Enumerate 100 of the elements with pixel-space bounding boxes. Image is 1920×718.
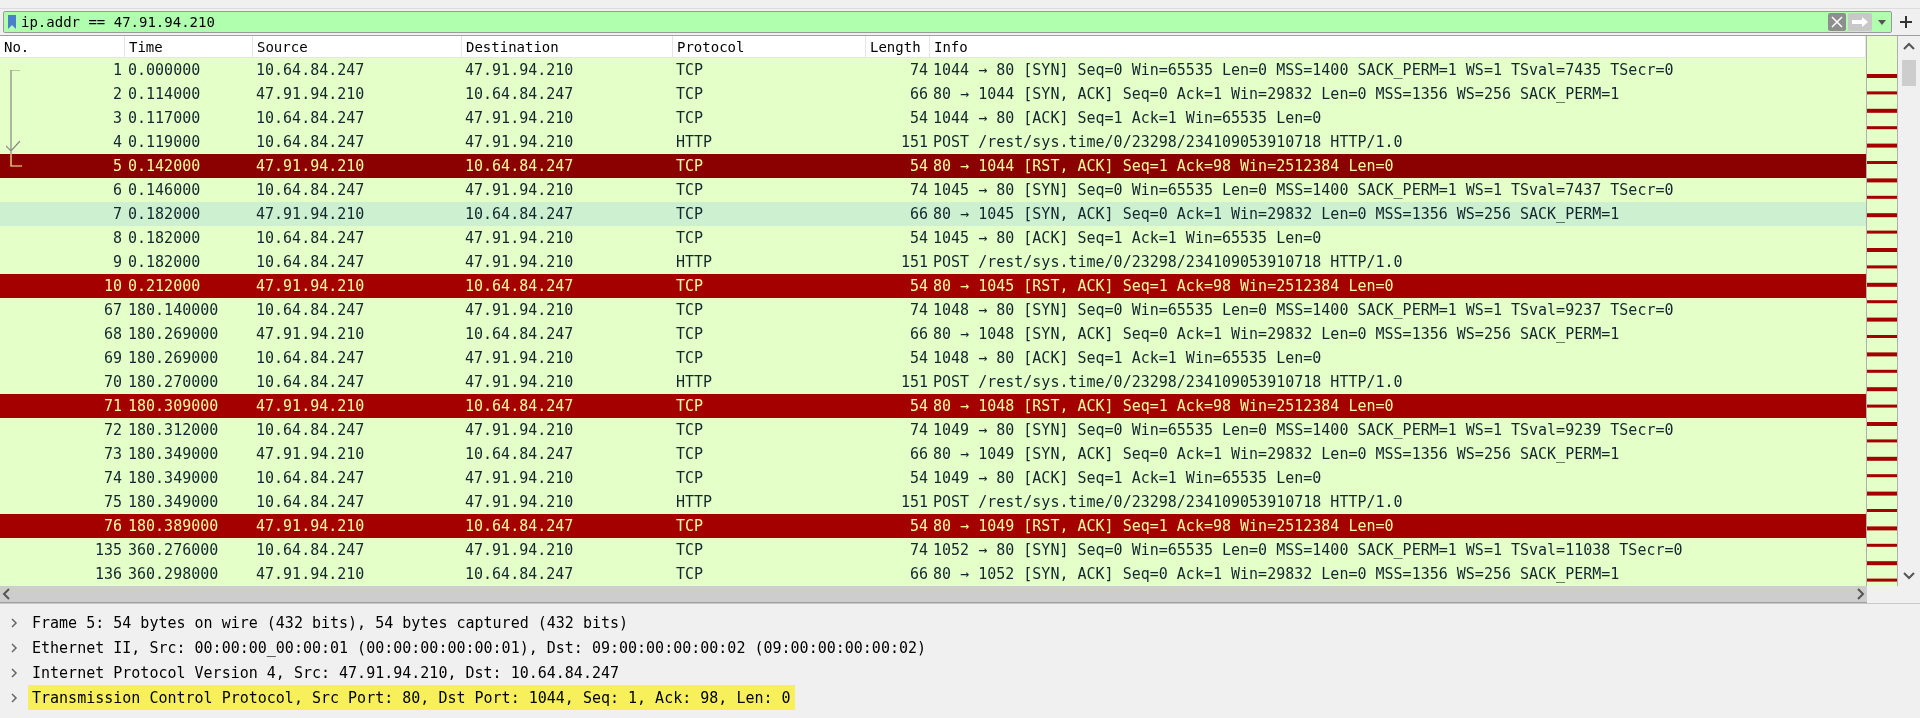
table-cell-text: HTTP: [675, 252, 714, 273]
table-cell-text: 10.64.84.247: [464, 516, 575, 537]
table-cell-text: 80 → 1048 [SYN, ACK] Seq=0 Ack=1 Win=29832 Len=0 MSS=1356 WS=256 SACK_PERM=1: [932, 324, 1621, 345]
table-cell-text: 180.270000: [127, 372, 220, 393]
table-cell-text: 47.91.94.210: [255, 276, 366, 297]
column-header[interactable]: Time: [125, 36, 253, 57]
packet-row[interactable]: 71 180.309000 47.91.94.210 10.64.84.247 TCP 54 80 → 1048 [RST, ACK] Seq=1 Ack=98 Win=2512384 Len=0: [0, 394, 1866, 418]
packet-row[interactable]: 135 360.276000 10.64.84.247 47.91.94.210 TCP 74 1052 → 80 [SYN] Seq=0 Win=65535 Len=0 MSS=1400 SACK_PERM=1 WS=1 TSval=11038 TSecr=0: [0, 538, 1866, 562]
protocol-tree-item[interactable]: Internet Protocol Version 4, Src: 47.91.94.210, Dst: 10.64.84.247: [28, 660, 623, 685]
table-cell-text: TCP: [675, 228, 705, 249]
table-cell-text: 0.182000: [127, 204, 202, 225]
column-header[interactable]: Destination: [462, 36, 673, 57]
packet-row[interactable]: 136 360.298000 47.91.94.210 10.64.84.247 TCP 66 80 → 1052 [SYN, ACK] Seq=0 Ack=1 Win=29832 Len=0 MSS=1356 WS=256 SACK_PERM=1: [0, 562, 1866, 586]
protocol-tree-item[interactable]: Ethernet II, Src: 00:00:00_00:00:01 (00:00:00:00:00:01), Dst: 09:00:00:00:00:02 (09:00:00:00:00:02): [28, 635, 931, 660]
table-cell-text: 1048 → 80 [ACK] Seq=1 Ack=1 Win=65535 Len=0: [932, 348, 1323, 369]
table-cell-text: 47.91.94.210: [255, 516, 366, 537]
column-header[interactable]: Length: [866, 36, 930, 57]
packet-row[interactable]: 1 0.000000 10.64.84.247 47.91.94.210 TCP 74 1044 → 80 [SYN] Seq=0 Win=65535 Len=0 MSS=1400 SACK_PERM=1 WS=1 TSval=7435 TSecr=0: [0, 58, 1866, 82]
display-filter-field[interactable]: ip.addr == 47.91.94.210: [3, 11, 1892, 33]
column-header[interactable]: No.: [0, 36, 125, 57]
protocol-tree-item[interactable]: Transmission Control Protocol, Src Port: 80, Dst Port: 1044, Seq: 1, Ack: 98, Len: 0: [28, 685, 795, 710]
table-cell: 71: [103, 397, 122, 415]
protocol-tree-item[interactable]: Frame 5: 54 bytes on wire (432 bits), 54 bytes captured (432 bits): [28, 610, 633, 635]
table-cell-text: 0.182000: [127, 252, 202, 273]
scrollbar-thumb[interactable]: [1902, 60, 1916, 86]
packet-row[interactable]: 3 0.117000 10.64.84.247 47.91.94.210 TCP 54 1044 → 80 [ACK] Seq=1 Ack=1 Win=65535 Len=0: [0, 106, 1866, 130]
table-cell-text: 151: [899, 132, 929, 153]
packet-row[interactable]: 5 0.142000 47.91.94.210 10.64.84.247 TCP 54 80 → 1044 [RST, ACK] Seq=1 Ack=98 Win=2512384 Len=0: [0, 154, 1866, 178]
table-cell-text: 10.64.84.247: [255, 252, 366, 273]
table-cell-text: 80 → 1049 [SYN, ACK] Seq=0 Ack=1 Win=29832 Len=0 MSS=1356 WS=256 SACK_PERM=1: [932, 444, 1621, 465]
table-cell-text: TCP: [675, 420, 705, 441]
table-cell-text: 80 → 1044 [SYN, ACK] Seq=0 Ack=1 Win=29832 Len=0 MSS=1356 WS=256 SACK_PERM=1: [932, 84, 1621, 105]
table-cell-text: HTTP: [675, 372, 714, 393]
packet-row[interactable]: 6 0.146000 10.64.84.247 47.91.94.210 TCP 74 1045 → 80 [SYN] Seq=0 Win=65535 Len=0 MSS=1400 SACK_PERM=1 WS=1 TSval=7437 TSecr=0: [0, 178, 1866, 202]
expand-chevron-icon[interactable]: [8, 666, 20, 679]
expand-chevron-icon[interactable]: [8, 691, 20, 704]
bookmark-icon[interactable]: [7, 14, 17, 30]
display-filter-input[interactable]: ip.addr == 47.91.94.210: [21, 13, 1827, 31]
table-cell-text: 10.64.84.247: [255, 108, 366, 129]
packet-row[interactable]: 8 0.182000 10.64.84.247 47.91.94.210 TCP 54 1045 → 80 [ACK] Seq=1 Ack=1 Win=65535 Len=0: [0, 226, 1866, 250]
packet-row[interactable]: 76 180.389000 47.91.94.210 10.64.84.247 TCP 54 80 → 1049 [RST, ACK] Seq=1 Ack=98 Win=2512384 Len=0: [0, 514, 1866, 538]
table-cell-text: 151: [899, 492, 929, 513]
clear-button[interactable]: [1828, 13, 1846, 31]
table-cell-text: 180.309000: [127, 396, 220, 417]
table-cell: 74: [103, 469, 122, 487]
table-cell-text: 80 → 1052 [SYN, ACK] Seq=0 Ack=1 Win=29832 Len=0 MSS=1356 WS=256 SACK_PERM=1: [932, 564, 1621, 585]
packet-row[interactable]: 10 0.212000 47.91.94.210 10.64.84.247 TCP 54 80 → 1045 [RST, ACK] Seq=1 Ack=98 Win=2512384 Len=0: [0, 274, 1866, 298]
table-cell-text: 10.64.84.247: [464, 156, 575, 177]
table-cell: 5: [112, 157, 122, 175]
packet-row[interactable]: 9 0.182000 10.64.84.247 47.91.94.210 HTTP 151 POST /rest/sys.time/0/23298/234109053910718 HTTP/1.0: [0, 250, 1866, 274]
table-cell-text: 47.91.94.210: [464, 348, 575, 369]
table-cell-text: 54: [908, 396, 929, 417]
table-cell-text: 47.91.94.210: [464, 468, 575, 489]
expand-chevron-icon[interactable]: [8, 641, 20, 654]
table-cell-text: 1045 → 80 [ACK] Seq=1 Ack=1 Win=65535 Len=0: [932, 228, 1323, 249]
table-cell-text: TCP: [675, 324, 705, 345]
table-cell-text: 80 → 1045 [SYN, ACK] Seq=0 Ack=1 Win=29832 Len=0 MSS=1356 WS=256 SACK_PERM=1: [932, 204, 1621, 225]
table-cell-text: 80 → 1048 [RST, ACK] Seq=1 Ack=98 Win=2512384 Len=0: [932, 396, 1395, 417]
table-cell-text: 1048 → 80 [SYN] Seq=0 Win=65535 Len=0 MSS=1400 SACK_PERM=1 WS=1 TSval=9237 TSecr=0: [932, 300, 1675, 321]
table-cell-text: TCP: [675, 516, 705, 537]
column-header[interactable]: Protocol: [673, 36, 866, 57]
table-cell-text: 1049 → 80 [SYN] Seq=0 Win=65535 Len=0 MSS=1400 SACK_PERM=1 WS=1 TSval=9239 TSecr=0: [932, 420, 1675, 441]
table-cell: 7: [112, 205, 122, 223]
table-cell: 9: [112, 253, 122, 271]
table-cell-text: 66: [908, 564, 929, 585]
table-cell-text: 360.298000: [127, 564, 220, 585]
packet-row[interactable]: 68 180.269000 47.91.94.210 10.64.84.247 TCP 66 80 → 1048 [SYN, ACK] Seq=0 Ack=1 Win=29832 Len=0 MSS=1356 WS=256 SACK_PERM=1: [0, 322, 1866, 346]
table-cell-text: 10.64.84.247: [464, 396, 575, 417]
table-cell-text: TCP: [675, 564, 705, 585]
table-cell: 136: [94, 565, 122, 583]
table-cell-text: 10.64.84.247: [255, 492, 366, 513]
horizontal-scrollbar[interactable]: [0, 586, 1867, 603]
table-cell-text: 10.64.84.247: [464, 564, 575, 585]
table-cell-text: 180.349000: [127, 444, 220, 465]
table-cell-text: 180.269000: [127, 348, 220, 369]
packet-row[interactable]: 7 0.182000 47.91.94.210 10.64.84.247 TCP 66 80 → 1045 [SYN, ACK] Seq=0 Ack=1 Win=29832 Len=0 MSS=1356 WS=256 SACK_PERM=1: [0, 202, 1866, 226]
packet-row[interactable]: 74 180.349000 10.64.84.247 47.91.94.210 TCP 54 1049 → 80 [ACK] Seq=1 Ack=1 Win=65535 Len=0: [0, 466, 1866, 490]
table-cell-text: TCP: [675, 276, 705, 297]
table-cell-text: 0.000000: [127, 60, 202, 81]
table-cell-text: 47.91.94.210: [464, 132, 575, 153]
packet-row[interactable]: 75 180.349000 10.64.84.247 47.91.94.210 HTTP 151 POST /rest/sys.time/0/23298/234109053910718 HTTP/1.0: [0, 490, 1866, 514]
packet-row[interactable]: 70 180.270000 10.64.84.247 47.91.94.210 HTTP 151 POST /rest/sys.time/0/23298/234109053910718 HTTP/1.0: [0, 370, 1866, 394]
table-cell-text: 66: [908, 444, 929, 465]
packet-row[interactable]: 73 180.349000 47.91.94.210 10.64.84.247 TCP 66 80 → 1049 [SYN, ACK] Seq=0 Ack=1 Win=29832 Len=0 MSS=1356 WS=256 SACK_PERM=1: [0, 442, 1866, 466]
packet-row[interactable]: 72 180.312000 10.64.84.247 47.91.94.210 TCP 74 1049 → 80 [SYN] Seq=0 Win=65535 Len=0 MSS=1400 SACK_PERM=1 WS=1 TSval=9239 TSecr=0: [0, 418, 1866, 442]
table-cell-text: 180.349000: [127, 468, 220, 489]
table-cell-text: 151: [899, 252, 929, 273]
packet-row[interactable]: 2 0.114000 47.91.94.210 10.64.84.247 TCP 66 80 → 1044 [SYN, ACK] Seq=0 Ack=1 Win=29832 Len=0 MSS=1356 WS=256 SACK_PERM=1: [0, 82, 1866, 106]
table-cell-text: 47.91.94.210: [255, 564, 366, 585]
table-cell-text: 47.91.94.210: [464, 492, 575, 513]
table-cell-text: 10.64.84.247: [255, 348, 366, 369]
column-header[interactable]: Source: [253, 36, 462, 57]
packet-row[interactable]: 4 0.119000 10.64.84.247 47.91.94.210 HTTP 151 POST /rest/sys.time/0/23298/234109053910718 HTTP/1.0: [0, 130, 1866, 154]
table-cell: 1: [112, 61, 122, 79]
packet-row[interactable]: 69 180.269000 10.64.84.247 47.91.94.210 TCP 54 1048 → 80 [ACK] Seq=1 Ack=1 Win=65535 Len=0: [0, 346, 1866, 370]
packet-minimap-drawing[interactable]: [1866, 36, 1898, 586]
packet-row[interactable]: 67 180.140000 10.64.84.247 47.91.94.210 TCP 74 1048 → 80 [SYN] Seq=0 Win=65535 Len=0 MSS=1400 SACK_PERM=1 WS=1 TSval=9237 TSecr=0: [0, 298, 1866, 322]
expand-chevron-icon[interactable]: [8, 616, 20, 629]
table-cell-text: 1044 → 80 [ACK] Seq=1 Ack=1 Win=65535 Len=0: [932, 108, 1323, 129]
caret-icon: [1878, 19, 1886, 25]
